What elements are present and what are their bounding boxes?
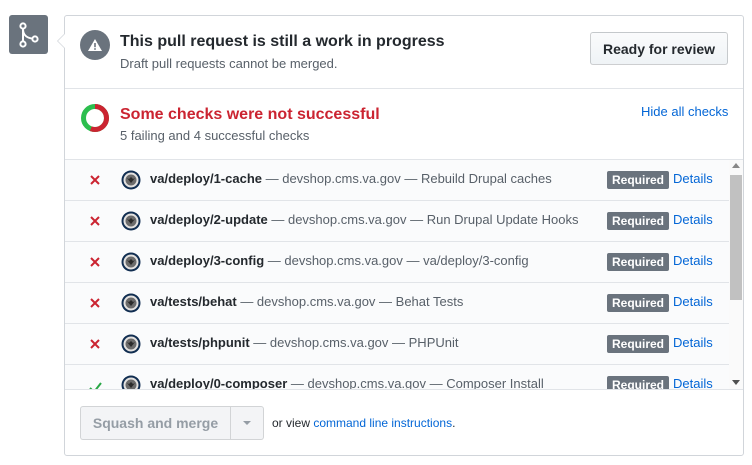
required-badge: Required — [607, 294, 670, 312]
panel-notch-inner — [58, 34, 65, 48]
required-badge: Required — [607, 212, 670, 230]
va-seal-avatar — [121, 334, 141, 354]
va-seal-avatar — [121, 293, 141, 313]
required-badge: Required — [607, 335, 670, 353]
check-details-link[interactable]: Details — [673, 335, 713, 350]
git-merge-icon — [9, 15, 48, 54]
check-row: va/tests/phpunit — devshop.cms.va.gov — … — [65, 324, 729, 365]
or-view-text: or view command line instructions. — [272, 416, 456, 430]
x-icon — [87, 213, 103, 229]
hide-all-checks-link[interactable]: Hide all checks — [641, 104, 728, 119]
check-name: va/deploy/3-config — [150, 253, 265, 268]
check-details-link[interactable]: Details — [673, 376, 713, 389]
required-badge: Required — [607, 253, 670, 271]
alert-icon — [80, 30, 110, 60]
check-name: va/deploy/1-cache — [150, 171, 262, 186]
check-details-link[interactable]: Details — [673, 212, 713, 227]
check-row: va/deploy/3-config — devshop.cms.va.gov … — [65, 242, 729, 283]
check-icon — [87, 379, 103, 389]
check-details-link[interactable]: Details — [673, 294, 713, 309]
draft-subtitle: Draft pull requests cannot be merged. — [120, 56, 338, 71]
checks-donut-icon — [81, 104, 109, 132]
x-icon — [87, 172, 103, 188]
draft-status-section: This pull request is still a work in pro… — [65, 16, 743, 89]
check-details-link[interactable]: Details — [673, 171, 713, 186]
checks-scrollbar[interactable] — [729, 160, 743, 389]
x-icon — [87, 295, 103, 311]
checks-summary-title: Some checks were not successful — [120, 106, 380, 123]
squash-and-merge-button[interactable]: Squash and merge — [80, 406, 231, 440]
check-row: va/tests/behat — devshop.cms.va.gov — Be… — [65, 283, 729, 324]
check-row: va/deploy/1-cache — devshop.cms.va.gov —… — [65, 160, 729, 201]
merge-box: This pull request is still a work in pro… — [64, 15, 744, 456]
check-description: — devshop.cms.va.gov — va/deploy/3-confi… — [264, 253, 529, 268]
check-name: va/deploy/0-composer — [150, 376, 288, 390]
va-seal-avatar — [121, 211, 141, 231]
required-badge: Required — [607, 376, 670, 389]
required-badge: Required — [607, 171, 670, 189]
check-details-link[interactable]: Details — [673, 253, 713, 268]
check-name: va/tests/behat — [150, 294, 237, 309]
merge-method-dropdown[interactable] — [230, 406, 264, 440]
merge-actions: Squash and merge or view command line in… — [65, 391, 743, 455]
ready-for-review-button[interactable]: Ready for review — [590, 32, 728, 65]
va-seal-avatar — [121, 375, 141, 389]
check-description: — devshop.cms.va.gov — Rebuild Drupal ca… — [262, 171, 552, 186]
checks-summary-section: Some checks were not successful 5 failin… — [65, 89, 743, 160]
scroll-thumb[interactable] — [730, 175, 742, 300]
check-row: va/deploy/2-update — devshop.cms.va.gov … — [65, 201, 729, 242]
triangle-down-icon — [243, 421, 251, 425]
va-seal-avatar — [121, 252, 141, 272]
scroll-up-arrow-icon[interactable] — [732, 163, 740, 168]
va-seal-avatar — [121, 170, 141, 190]
checks-summary-subtitle: 5 failing and 4 successful checks — [120, 128, 310, 143]
check-description: — devshop.cms.va.gov — PHPUnit — [249, 335, 459, 350]
check-description: — devshop.cms.va.gov — Composer Install — [287, 376, 544, 390]
draft-title: This pull request is still a work in pro… — [120, 33, 445, 50]
x-icon — [87, 336, 103, 352]
check-row: va/deploy/0-composer — devshop.cms.va.go… — [65, 365, 729, 390]
check-name: va/deploy/2-update — [150, 212, 268, 227]
check-name: va/tests/phpunit — [150, 335, 250, 350]
command-line-instructions-link[interactable]: command line instructions — [313, 416, 452, 430]
check-description: — devshop.cms.va.gov — Run Drupal Update… — [267, 212, 579, 227]
scroll-down-arrow-icon[interactable] — [732, 380, 740, 385]
check-description: — devshop.cms.va.gov — Behat Tests — [236, 294, 464, 309]
x-icon — [87, 254, 103, 270]
checks-list[interactable]: va/deploy/1-cache — devshop.cms.va.gov —… — [65, 160, 743, 390]
